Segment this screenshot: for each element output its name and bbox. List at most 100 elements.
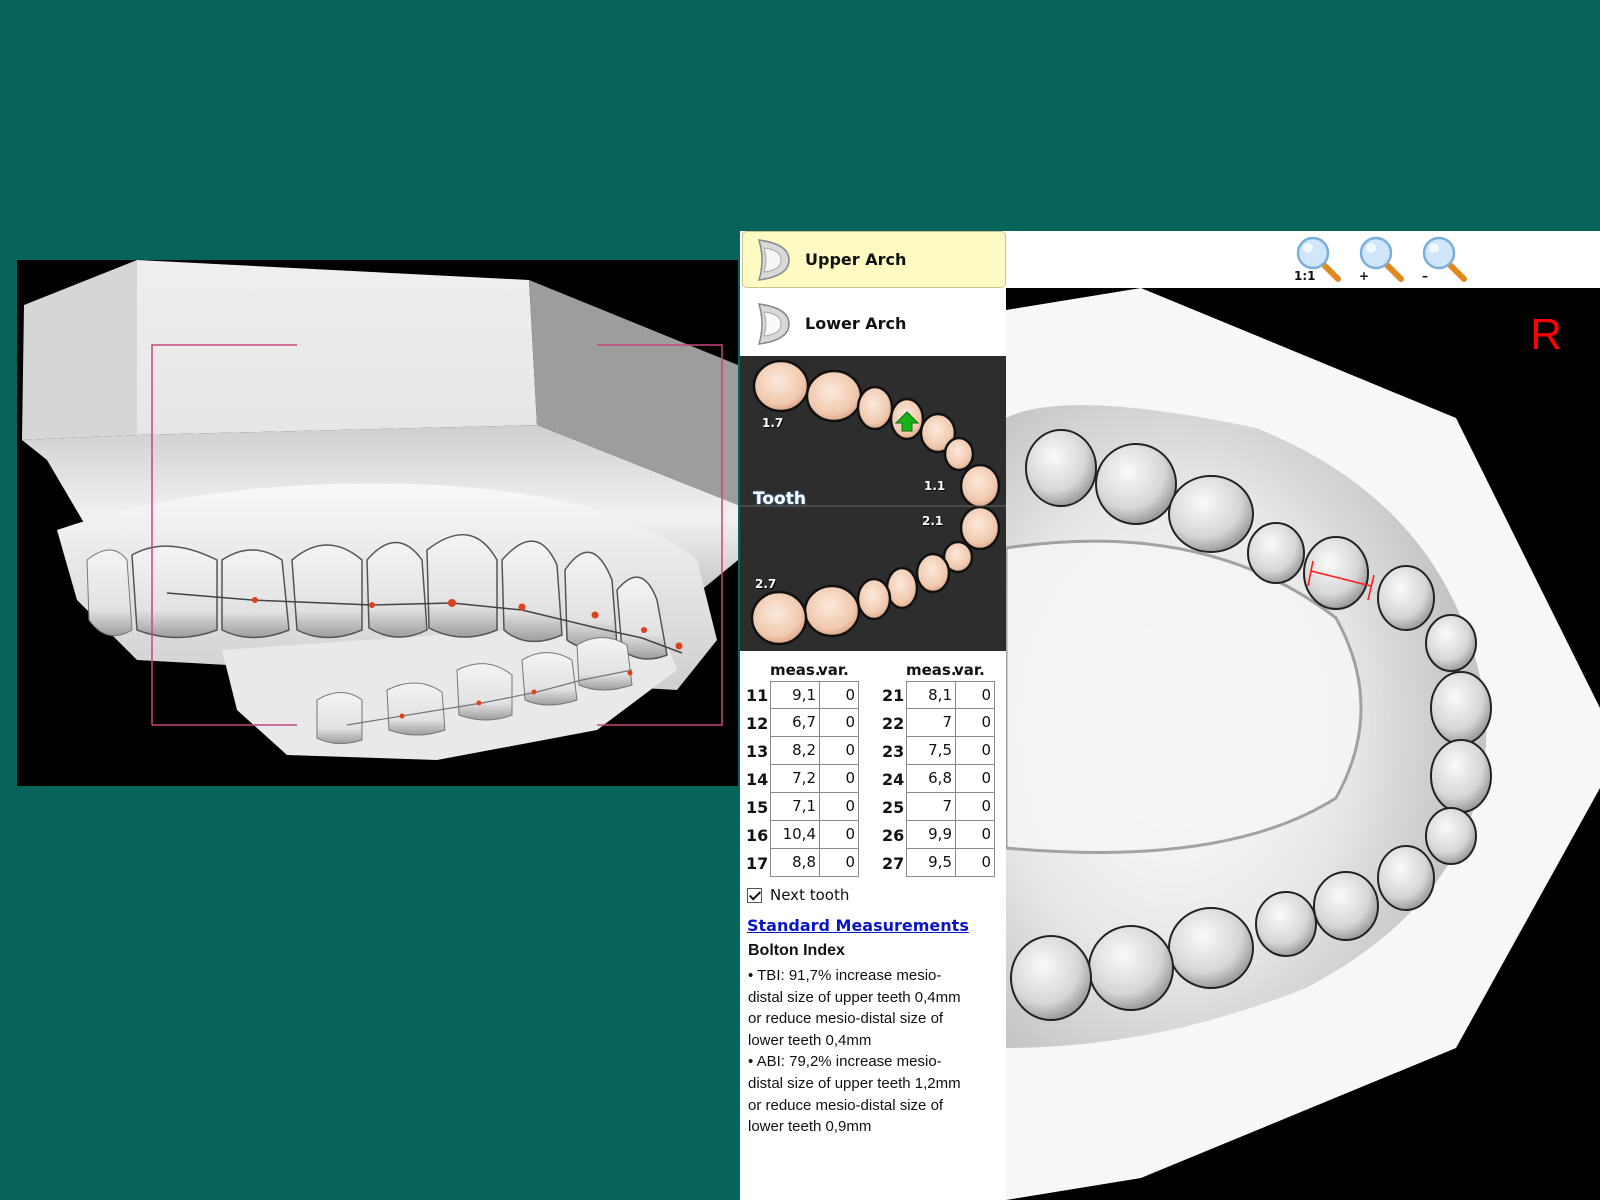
tooth-label-27: 2.7 bbox=[755, 577, 777, 591]
occlusal-tooth[interactable] bbox=[1247, 522, 1305, 584]
measurement-cell[interactable]: 6,8 bbox=[906, 765, 956, 793]
variation-cell[interactable]: 0 bbox=[819, 793, 859, 821]
measurement-cell[interactable]: 6,7 bbox=[770, 709, 820, 737]
model-base-left-face bbox=[22, 260, 137, 440]
variation-cell[interactable]: 0 bbox=[819, 821, 859, 849]
tooth-11[interactable] bbox=[959, 463, 1001, 509]
tooth-number: 27 bbox=[882, 854, 905, 873]
tooth-26[interactable] bbox=[803, 584, 861, 638]
measurement-cell[interactable]: 7,2 bbox=[770, 765, 820, 793]
variation-cell[interactable]: 0 bbox=[955, 849, 995, 877]
checkbox-checked[interactable] bbox=[747, 887, 762, 903]
measurement-cell[interactable]: 9,9 bbox=[906, 821, 956, 849]
upper-arch-button[interactable]: Upper Arch bbox=[742, 231, 1006, 288]
occlusal-tooth[interactable] bbox=[1377, 565, 1435, 631]
variation-cell[interactable]: 0 bbox=[819, 709, 859, 737]
landmark-point[interactable] bbox=[531, 689, 537, 695]
tooth-number: 11 bbox=[746, 686, 769, 705]
tooth-15[interactable] bbox=[856, 385, 894, 431]
measurement-cell[interactable]: 8,8 bbox=[770, 849, 820, 877]
measurement-cell[interactable]: 9,5 bbox=[906, 849, 956, 877]
variation-cell[interactable]: 0 bbox=[819, 681, 859, 709]
upper-arch-icon bbox=[757, 238, 790, 281]
tooth-23[interactable] bbox=[915, 552, 951, 594]
table-row: 15 7,1 0 bbox=[746, 793, 876, 821]
occlusal-tooth[interactable] bbox=[1303, 536, 1369, 610]
occlusal-tooth[interactable] bbox=[1377, 845, 1435, 911]
occlusal-tooth[interactable] bbox=[1095, 443, 1177, 525]
lower-arch-button[interactable]: Lower Arch bbox=[742, 295, 1006, 352]
occlusal-tooth[interactable] bbox=[1430, 739, 1492, 813]
zoom-out-button[interactable]: – bbox=[1418, 235, 1470, 283]
measurement-cell[interactable]: 9,1 bbox=[770, 681, 820, 709]
header-var: var. bbox=[818, 661, 849, 679]
measurement-cell[interactable]: 10,4 bbox=[770, 821, 820, 849]
standard-measurements-link[interactable]: Standard Measurements bbox=[747, 916, 969, 935]
zoom-in-label: + bbox=[1359, 269, 1370, 283]
landmark-point[interactable] bbox=[641, 627, 647, 633]
occlusal-model[interactable] bbox=[1006, 288, 1600, 1200]
tooth-chart[interactable]: 1.7 1.1 2.1 2.7 Tooth bbox=[740, 356, 1006, 651]
occlusal-tooth[interactable] bbox=[1168, 907, 1254, 989]
variation-cell[interactable]: 0 bbox=[819, 849, 859, 877]
table-row: 21 8,1 0 bbox=[882, 681, 1012, 709]
occlusal-tooth[interactable] bbox=[1088, 925, 1174, 1011]
variation-cell[interactable]: 0 bbox=[955, 821, 995, 849]
variation-cell[interactable]: 0 bbox=[819, 737, 859, 765]
tooth-number: 17 bbox=[746, 854, 769, 873]
model-base-front-face bbox=[137, 260, 537, 435]
tooth-27[interactable] bbox=[750, 590, 808, 646]
table-row: 12 6,7 0 bbox=[746, 709, 876, 737]
occlusal-tooth[interactable] bbox=[1255, 891, 1317, 957]
variation-cell[interactable]: 0 bbox=[955, 765, 995, 793]
tooth-25[interactable] bbox=[856, 577, 892, 621]
landmark-point[interactable] bbox=[252, 597, 258, 603]
landmark-point[interactable] bbox=[627, 670, 633, 676]
zoom-fit-button[interactable]: 1:1 bbox=[1292, 235, 1344, 283]
tooth-label-17: 1.7 bbox=[762, 416, 784, 430]
occlusal-tooth[interactable] bbox=[1425, 614, 1477, 672]
next-tooth-checkbox[interactable]: Next tooth bbox=[747, 886, 849, 904]
landmark-point[interactable] bbox=[518, 603, 526, 611]
measurement-cell[interactable]: 7 bbox=[906, 709, 956, 737]
variation-cell[interactable]: 0 bbox=[955, 793, 995, 821]
side-marker-right: R bbox=[1530, 310, 1562, 359]
bolton-line: distal size of upper teeth 1,2mm bbox=[748, 1074, 961, 1092]
landmark-point[interactable] bbox=[591, 611, 599, 619]
measurement-cell[interactable]: 7,1 bbox=[770, 793, 820, 821]
occlusal-tooth[interactable] bbox=[1010, 935, 1092, 1021]
occlusal-tooth[interactable] bbox=[1425, 807, 1477, 865]
occlusal-view[interactable]: R bbox=[1006, 288, 1600, 1200]
measurement-cell[interactable]: 8,2 bbox=[770, 737, 820, 765]
landmark-point[interactable] bbox=[675, 642, 683, 650]
measurement-cell[interactable]: 7,5 bbox=[906, 737, 956, 765]
landmark-point[interactable] bbox=[448, 599, 456, 607]
occlusal-tooth[interactable] bbox=[1025, 429, 1097, 507]
variation-cell[interactable]: 0 bbox=[819, 765, 859, 793]
measurement-cell[interactable]: 8,1 bbox=[906, 681, 956, 709]
tooth-number: 14 bbox=[746, 770, 769, 789]
tooth-21[interactable] bbox=[959, 505, 1001, 551]
occlusal-tooth[interactable] bbox=[1430, 671, 1492, 745]
header-meas: meas. bbox=[906, 661, 957, 679]
lower-arch-label: Lower Arch bbox=[805, 314, 907, 333]
occlusal-tooth[interactable] bbox=[1313, 871, 1379, 941]
landmark-point[interactable] bbox=[476, 700, 482, 706]
landmark-point[interactable] bbox=[399, 713, 405, 719]
variation-cell[interactable]: 0 bbox=[955, 681, 995, 709]
tooth-number: 25 bbox=[882, 798, 905, 817]
zoom-in-button[interactable]: + bbox=[1355, 235, 1407, 283]
variation-cell[interactable]: 0 bbox=[955, 737, 995, 765]
tooth-24[interactable] bbox=[885, 566, 919, 610]
tooth-number: 21 bbox=[882, 686, 905, 705]
variation-cell[interactable]: 0 bbox=[955, 709, 995, 737]
tooth-12[interactable] bbox=[943, 436, 975, 472]
occlusal-tooth[interactable] bbox=[1168, 475, 1254, 553]
landmark-point[interactable] bbox=[369, 602, 375, 608]
tooth-17[interactable] bbox=[752, 359, 810, 413]
lower-arch-icon bbox=[757, 302, 790, 345]
model-3d-view[interactable] bbox=[17, 260, 738, 786]
tooth-16[interactable] bbox=[805, 369, 863, 423]
measurement-cell[interactable]: 7 bbox=[906, 793, 956, 821]
dental-model-3d[interactable] bbox=[17, 260, 738, 786]
